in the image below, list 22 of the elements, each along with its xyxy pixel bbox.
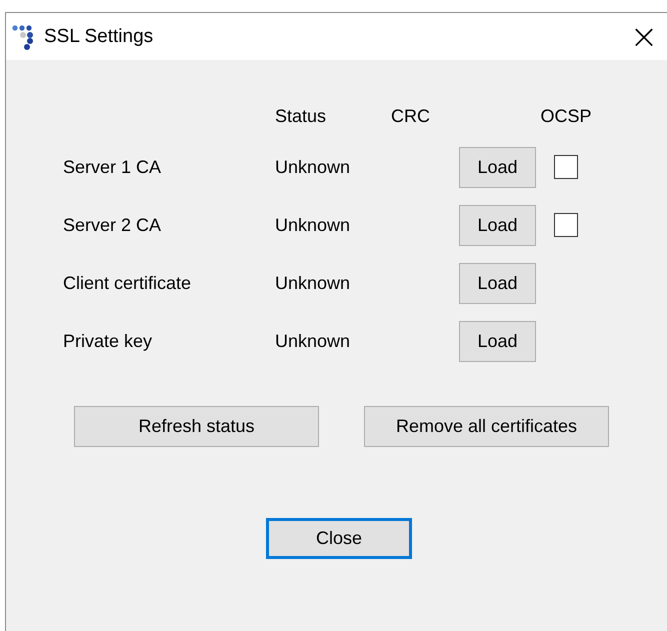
column-header: Status bbox=[275, 106, 328, 127]
load-button[interactable]: Load bbox=[459, 320, 536, 362]
ocsp-checkbox[interactable] bbox=[554, 155, 578, 179]
window-title: SSL Settings bbox=[44, 26, 154, 48]
column-header: OCSP bbox=[539, 106, 592, 127]
status-text: Unknown bbox=[275, 214, 352, 236]
certificate-label: Server 1 CA bbox=[63, 156, 162, 178]
ocsp-checkbox[interactable] bbox=[554, 213, 578, 237]
certificate-label: Client certificate bbox=[63, 272, 192, 294]
dots-logo-icon bbox=[12, 24, 36, 50]
certificate-label: Private key bbox=[63, 330, 154, 352]
close-button[interactable]: Close bbox=[266, 518, 412, 559]
status-text: Unknown bbox=[275, 272, 352, 294]
status-text: Unknown bbox=[275, 330, 352, 352]
action-button[interactable]: Refresh status bbox=[74, 406, 319, 447]
column-header: CRC bbox=[391, 106, 431, 127]
action-button[interactable]: Remove all certificates bbox=[364, 406, 609, 447]
status-text: Unknown bbox=[275, 156, 352, 178]
certificate-label: Server 2 CA bbox=[63, 214, 162, 236]
load-button[interactable]: Load bbox=[459, 204, 536, 246]
load-button[interactable]: Load bbox=[459, 262, 536, 304]
load-button[interactable]: Load bbox=[459, 146, 536, 188]
